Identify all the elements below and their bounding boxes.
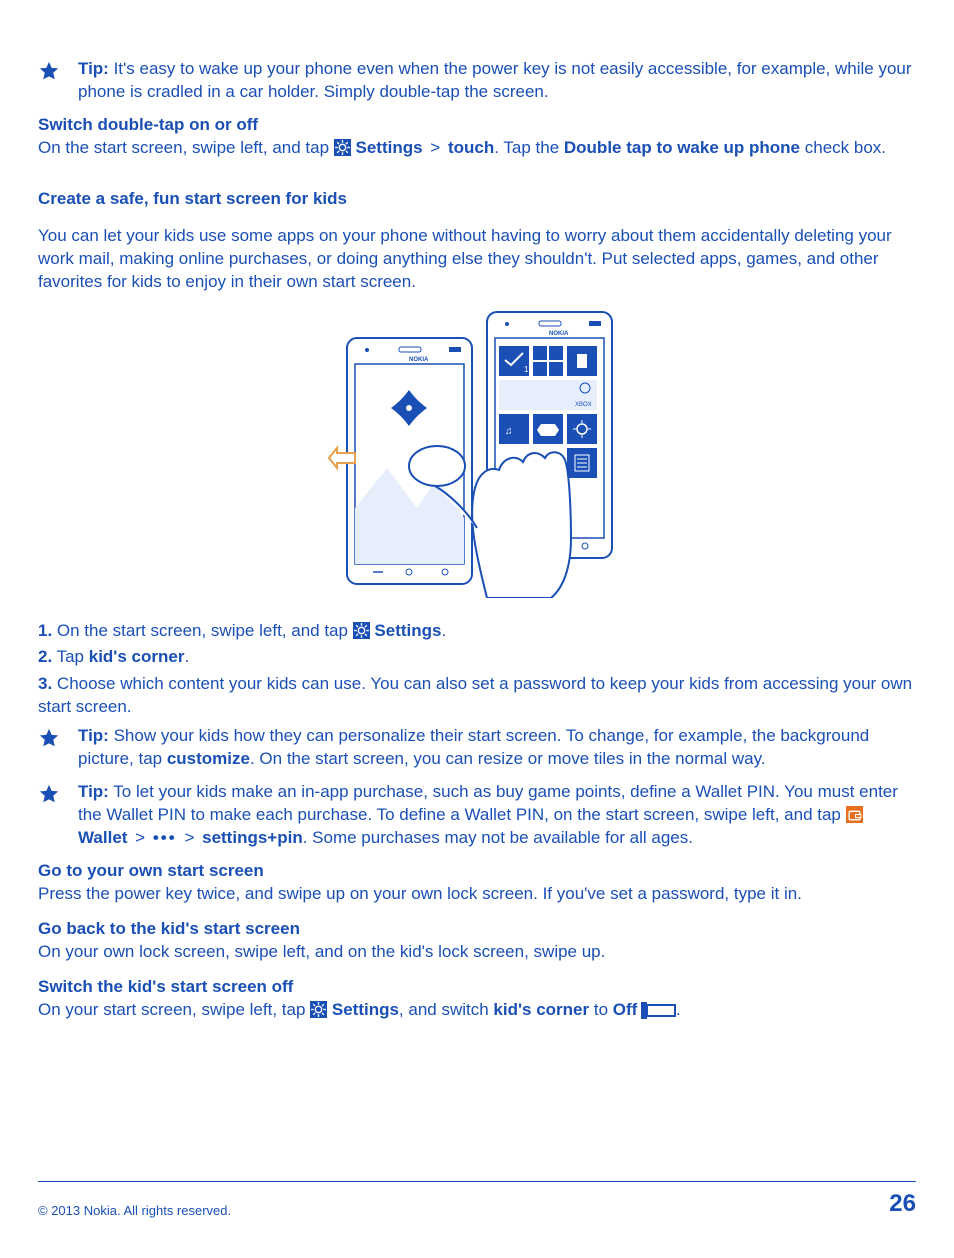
text: Choose which content your kids can use. …	[38, 674, 912, 716]
wallet-icon	[846, 806, 863, 823]
gt: >	[132, 828, 148, 847]
svg-text:XBOX: XBOX	[575, 402, 592, 408]
step-3: 3. Choose which content your kids can us…	[38, 673, 916, 719]
star-icon	[38, 727, 60, 771]
touch-label: touch	[448, 138, 494, 157]
para-kids-intro: You can let your kids use some apps on y…	[38, 225, 916, 294]
settings-pin-label: settings+pin	[202, 828, 303, 847]
tip-text: Tip: It's easy to wake up your phone eve…	[78, 58, 916, 104]
para-switch-kids-off: On your start screen, swipe left, tap Se…	[38, 999, 916, 1022]
settings-label: Settings	[374, 621, 441, 640]
para-back-kids-screen: On your own lock screen, swipe left, and…	[38, 941, 916, 964]
text: . Tap the	[494, 138, 564, 157]
text: check box.	[800, 138, 886, 157]
kids-corner-label: kid's corner	[89, 647, 185, 666]
tip-body: It's easy to wake up your phone even whe…	[78, 59, 912, 101]
text: to	[589, 1000, 613, 1019]
text: . Some purchases may not be available fo…	[303, 828, 693, 847]
gt: >	[181, 828, 197, 847]
text: Tap	[52, 647, 89, 666]
text: .	[184, 647, 189, 666]
text: On your start screen, swipe left, tap	[38, 1000, 310, 1019]
step-number: 3.	[38, 674, 52, 693]
heading-switch-double-tap: Switch double-tap on or off	[38, 114, 916, 137]
step-number: 1.	[38, 621, 52, 640]
star-icon	[38, 60, 60, 104]
tip-block-2: Tip: Show your kids how they can persona…	[38, 725, 916, 771]
off-label: Off	[613, 1000, 638, 1019]
text: .	[441, 621, 446, 640]
text: On the start screen, swipe left, and tap	[52, 621, 353, 640]
svg-text:NOKIA: NOKIA	[549, 331, 569, 337]
settings-icon	[310, 1001, 327, 1018]
text: On the start screen, swipe left, and tap	[38, 138, 334, 157]
para-switch-double-tap: On the start screen, swipe left, and tap…	[38, 137, 916, 160]
tip-label: Tip:	[78, 782, 109, 801]
text: .	[676, 1000, 681, 1019]
heading-back-kids-screen: Go back to the kid's start screen	[38, 918, 916, 941]
svg-text:♫: ♫	[505, 426, 513, 437]
heading-own-start-screen: Go to your own start screen	[38, 860, 916, 883]
star-icon	[38, 783, 60, 850]
tip-label: Tip:	[78, 726, 109, 745]
tip-text: Tip: To let your kids make an in-app pur…	[78, 781, 916, 850]
wallet-label: Wallet	[78, 828, 127, 847]
settings-label: Settings	[332, 1000, 399, 1019]
page-footer: © 2013 Nokia. All rights reserved. 26	[38, 1181, 916, 1220]
gt: >	[427, 138, 443, 157]
copyright-text: © 2013 Nokia. All rights reserved.	[38, 1202, 231, 1220]
tip-label: Tip:	[78, 59, 109, 78]
settings-icon	[334, 139, 351, 156]
tip-block-1: Tip: It's easy to wake up your phone eve…	[38, 58, 916, 104]
heading-switch-kids-off: Switch the kid's start screen off	[38, 976, 916, 999]
text: . On the start screen, you can resize or…	[250, 749, 766, 768]
dtap-label: Double tap to wake up phone	[564, 138, 800, 157]
settings-label: Settings	[356, 138, 423, 157]
svg-text:1: 1	[524, 365, 529, 374]
customize-label: customize	[167, 749, 250, 768]
step-number: 2.	[38, 647, 52, 666]
text: To let your kids make an in-app purchase…	[78, 782, 898, 824]
heading-kids-start-screen: Create a safe, fun start screen for kids	[38, 188, 916, 211]
step-1: 1. On the start screen, swipe left, and …	[38, 620, 916, 643]
toggle-off-icon	[646, 1004, 676, 1017]
more-dots-icon: •••	[153, 828, 177, 847]
tip-text: Tip: Show your kids how they can persona…	[78, 725, 916, 771]
step-2: 2. Tap kid's corner.	[38, 646, 916, 669]
kids-corner-label: kid's corner	[493, 1000, 589, 1019]
svg-text:NOKIA: NOKIA	[409, 357, 429, 363]
page-number: 26	[889, 1188, 916, 1220]
para-own-start-screen: Press the power key twice, and swipe up …	[38, 883, 916, 906]
kids-corner-illustration: NOKIA NOKIA 1 XBOX	[38, 308, 916, 598]
tip-block-3: Tip: To let your kids make an in-app pur…	[38, 781, 916, 850]
settings-icon	[353, 622, 370, 639]
text: , and switch	[399, 1000, 494, 1019]
